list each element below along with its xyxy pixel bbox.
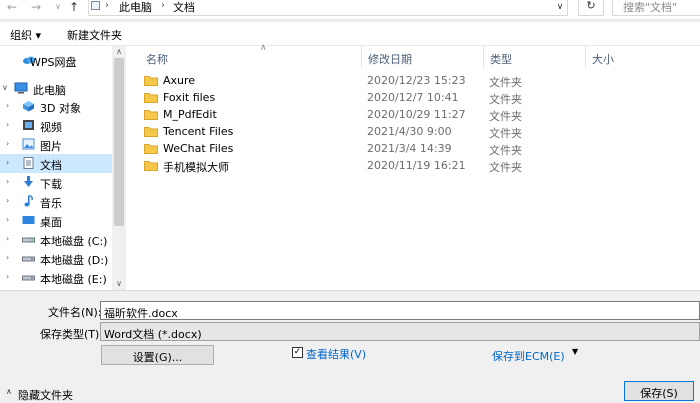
chevron-right-icon[interactable]: › bbox=[6, 177, 9, 186]
computer-icon bbox=[14, 82, 28, 94]
drive-icon bbox=[22, 233, 35, 245]
chevron-right-icon[interactable]: › bbox=[6, 158, 9, 167]
column-header-date[interactable]: 修改日期 bbox=[362, 46, 484, 68]
folder-icon bbox=[144, 160, 158, 171]
download-icon bbox=[22, 176, 35, 188]
table-row[interactable]: Axure 2020/12/23 15:23 文件夹 bbox=[126, 72, 700, 89]
chevron-right-icon[interactable]: › bbox=[6, 272, 9, 281]
chevron-up-icon[interactable]: ∧ bbox=[6, 387, 12, 396]
nav-item-drive-c[interactable]: › 本地磁盘 (C:) bbox=[0, 230, 112, 249]
settings-button[interactable]: 设置(G)... bbox=[101, 345, 214, 365]
desktop-icon bbox=[22, 214, 35, 226]
location-icon bbox=[91, 1, 100, 10]
folder-icon bbox=[144, 109, 158, 120]
folder-icon bbox=[144, 126, 158, 137]
chevron-down-icon[interactable]: ∨ bbox=[2, 83, 8, 92]
organize-button[interactable]: 组织 ▾ bbox=[10, 27, 41, 43]
up-arrow-icon[interactable]: ↑ bbox=[66, 0, 82, 16]
drive-icon bbox=[22, 271, 35, 283]
3d-objects-icon bbox=[22, 100, 35, 112]
chevron-right-icon[interactable]: › bbox=[6, 120, 9, 129]
save-options: 文件名(N): 福昕软件.docx 保存类型(T): Word文档 (*.doc… bbox=[0, 290, 700, 403]
nav-item-pictures[interactable]: › 图片 bbox=[0, 135, 112, 154]
toolbar: 组织 ▾ 新建文件夹 bbox=[0, 22, 700, 46]
address-dropdown-icon[interactable]: ∨ bbox=[552, 0, 568, 16]
filetype-label: 保存类型(T): bbox=[40, 328, 104, 341]
nav-item-desktop[interactable]: › 桌面 bbox=[0, 211, 112, 230]
pictures-icon bbox=[22, 138, 35, 150]
table-row[interactable]: Tencent Files 2021/4/30 9:00 文件夹 bbox=[126, 123, 700, 140]
chevron-right-icon[interactable]: › bbox=[161, 0, 165, 11]
column-header-type[interactable]: 类型 bbox=[484, 46, 586, 68]
search-placeholder: 搜索"文档" bbox=[623, 1, 678, 14]
table-row[interactable]: 手机模拟大师 2020/11/19 16:21 文件夹 bbox=[126, 157, 700, 174]
folder-icon bbox=[144, 143, 158, 154]
chevron-right-icon[interactable]: › bbox=[6, 139, 9, 148]
folder-icon bbox=[144, 92, 158, 103]
table-row[interactable]: M_PdfEdit 2020/10/29 11:27 文件夹 bbox=[126, 106, 700, 123]
breadcrumb-this-pc[interactable]: 此电脑 bbox=[119, 0, 152, 15]
nav-scrollbar[interactable]: ∧ ∨ bbox=[112, 46, 126, 290]
refresh-button[interactable]: ↻ bbox=[578, 0, 604, 16]
refresh-icon: ↻ bbox=[586, 0, 596, 12]
scroll-down-icon[interactable]: ∨ bbox=[112, 278, 126, 290]
chevron-right-icon[interactable]: › bbox=[6, 215, 9, 224]
column-header-name[interactable]: ∧ 名称 bbox=[140, 43, 362, 68]
search-input[interactable]: 搜索"文档" bbox=[612, 0, 700, 16]
folder-icon bbox=[144, 75, 158, 86]
address-row: ← → ∨ ↑ › 此电脑 › 文档 ∨ ↻ 搜索"文档" bbox=[0, 0, 700, 20]
table-row[interactable]: WeChat Files 2021/3/4 14:39 文件夹 bbox=[126, 140, 700, 157]
filetype-select[interactable]: Word文档 (*.docx) bbox=[100, 322, 700, 341]
scroll-up-icon[interactable]: ∧ bbox=[112, 46, 126, 58]
file-list: ∧ 名称 修改日期 类型 大小 Axure 2020/12/23 15:23 文… bbox=[126, 43, 700, 290]
save-to-ecm-link[interactable]: 保存到ECM(E) bbox=[492, 348, 565, 364]
recent-dropdown-icon[interactable]: ∨ bbox=[50, 0, 66, 16]
view-result-label[interactable]: 查看结果(V) bbox=[306, 346, 366, 362]
chevron-right-icon[interactable]: › bbox=[6, 101, 9, 110]
save-button[interactable]: 保存(S) bbox=[624, 381, 694, 401]
ecm-dropdown-icon[interactable]: ▼ bbox=[572, 347, 578, 356]
nav-item-this-pc[interactable]: ∨ 此电脑 bbox=[0, 79, 112, 98]
view-result-checkbox[interactable]: ✓ bbox=[292, 347, 303, 358]
sort-up-icon: ∧ bbox=[260, 43, 267, 53]
chevron-right-icon[interactable]: › bbox=[6, 253, 9, 262]
navigation-pane: WPS网盘 ∨ 此电脑 › 3D 对象 › 视频 › 图片 › 文档 › 下载 … bbox=[0, 46, 126, 290]
filename-input[interactable]: 福昕软件.docx bbox=[100, 301, 700, 320]
music-icon bbox=[22, 194, 35, 207]
chevron-right-icon[interactable]: › bbox=[105, 0, 109, 11]
chevron-right-icon[interactable]: › bbox=[6, 196, 9, 205]
drive-icon bbox=[22, 252, 35, 264]
nav-item-music[interactable]: › 音乐 bbox=[0, 192, 112, 211]
filename-label: 文件名(N): bbox=[48, 306, 102, 319]
table-row[interactable]: Foxit files 2020/12/7 10:41 文件夹 bbox=[126, 89, 700, 106]
breadcrumb-documents[interactable]: 文档 bbox=[173, 0, 195, 15]
forward-arrow-icon[interactable]: → bbox=[28, 0, 44, 16]
new-folder-button[interactable]: 新建文件夹 bbox=[67, 27, 122, 43]
nav-item-drive-e[interactable]: › 本地磁盘 (E:) bbox=[0, 268, 112, 287]
chevron-right-icon[interactable]: › bbox=[6, 234, 9, 243]
nav-item-drive-d[interactable]: › 本地磁盘 (D:) bbox=[0, 249, 112, 268]
nav-item-3d-objects[interactable]: › 3D 对象 bbox=[0, 97, 112, 116]
nav-item-downloads[interactable]: › 下载 bbox=[0, 173, 112, 192]
scrollbar-thumb[interactable] bbox=[114, 58, 124, 226]
nav-item-wps-cloud[interactable]: WPS网盘 bbox=[0, 51, 112, 70]
back-arrow-icon[interactable]: ← bbox=[4, 0, 20, 16]
nav-item-documents[interactable]: › 文档 bbox=[0, 154, 112, 173]
column-header-size[interactable]: 大小 bbox=[586, 46, 686, 68]
address-bar[interactable]: › 此电脑 › 文档 bbox=[88, 0, 568, 16]
video-icon bbox=[22, 119, 35, 131]
documents-icon bbox=[22, 157, 35, 169]
hide-folders-toggle[interactable]: 隐藏文件夹 bbox=[18, 387, 73, 403]
nav-item-videos[interactable]: › 视频 bbox=[0, 116, 112, 135]
